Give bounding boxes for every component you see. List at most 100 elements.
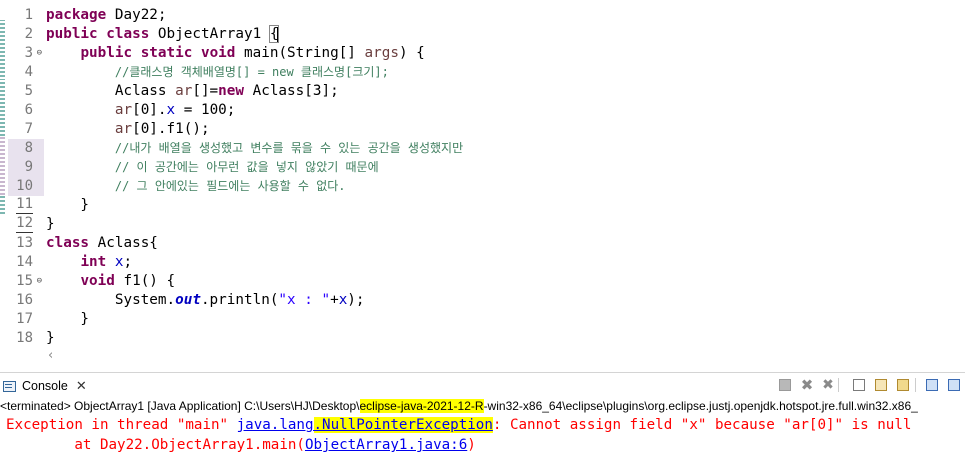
code-token: []= [192, 83, 219, 99]
code-line[interactable]: public class ObjectArray1 { [46, 25, 280, 44]
code-token: + [330, 292, 339, 308]
console-view: Console ✕ ✖ ✖ <terminated> ObjectArray1 … [0, 372, 965, 462]
code-token: f1() { [114, 273, 176, 289]
code-token: x [338, 292, 348, 308]
code-token: "x : " [278, 292, 331, 308]
code-token: //내가 배열을 생성했고 변수를 묶을 수 있는 공간을 생성했지만 [114, 141, 464, 155]
line-number: 13 [8, 234, 44, 253]
line-number: 9 [8, 158, 44, 177]
code-token: void [200, 45, 236, 61]
word-wrap-icon[interactable] [873, 377, 889, 393]
code-line[interactable]: int x; [46, 253, 132, 272]
stacktrace-link[interactable]: ObjectArray1.java:6 [305, 437, 467, 453]
code-token: ; [123, 254, 133, 270]
display-selected-console-icon[interactable] [946, 377, 962, 393]
line-number-text: 1 [24, 7, 33, 23]
chevron-left-icon[interactable]: ‹ [48, 348, 53, 363]
code-token: package [46, 7, 107, 23]
code-line[interactable]: //클래스명 객체배열명[] = new 클래스명[크기]; [46, 63, 389, 82]
code-token: = 100; [175, 102, 236, 118]
stacktrace-close: ) [467, 437, 476, 453]
code-line[interactable]: ar[0].f1(); [46, 120, 210, 139]
code-line[interactable]: class Aclass{ [46, 234, 158, 253]
toolbar-separator [836, 377, 840, 393]
line-number: 6 [8, 101, 44, 120]
code-token: } [46, 197, 90, 213]
stacktrace-text: at Day22.ObjectArray1.main( [6, 437, 305, 453]
code-line[interactable]: //내가 배열을 생성했고 변수를 묶을 수 있는 공간을 생성했지만 [46, 139, 463, 158]
clear-console-icon[interactable] [895, 377, 911, 393]
line-number: 14 [8, 253, 44, 272]
code-token: public [46, 26, 98, 42]
code-token: //클래스명 객체배열명[] = new 클래스명[크기]; [114, 65, 389, 79]
code-token: // 그 안에있는 필드에는 사용할 수 없다. [114, 179, 346, 193]
line-number: 2 [8, 25, 44, 44]
remove-all-launches-icon[interactable]: ✖ [820, 377, 836, 393]
console-output[interactable]: Exception in thread "main" java.lang.Nul… [6, 415, 911, 455]
code-token: x [166, 102, 176, 118]
code-line[interactable]: } [46, 310, 89, 329]
code-token: new [218, 83, 244, 99]
line-number-text: 3 [24, 45, 33, 61]
tab-console[interactable]: Console ✕ [3, 376, 87, 396]
code-line[interactable]: } [46, 215, 55, 234]
code-line[interactable]: void f1() { [46, 272, 175, 291]
scroll-lock-icon[interactable] [851, 377, 867, 393]
line-number-text: 16 [16, 292, 33, 308]
code-line[interactable]: public static void main(String[] args) { [46, 44, 425, 63]
code-line[interactable]: ar[0].x = 100; [46, 101, 236, 120]
code-token: ar [114, 121, 133, 137]
code-editor[interactable]: 1 2 3 ⊖ 4 5 6 7 8 9 10 11 12 13 14 15 ⊖ 16 17 18 package Da… [0, 0, 965, 366]
line-number: 11 [8, 196, 44, 215]
code-token: main(String[] [235, 45, 365, 61]
code-line[interactable]: } [46, 196, 89, 215]
code-line[interactable]: } [46, 329, 55, 348]
fold-toggle-icon[interactable]: ⊖ [37, 272, 42, 291]
code-token: .println( [200, 292, 279, 308]
code-line[interactable]: System.out.println("x : "+x); [46, 291, 365, 310]
code-token: int [80, 254, 107, 270]
close-icon[interactable]: ✕ [76, 378, 87, 394]
code-token: } [46, 311, 90, 327]
line-number: 5 [8, 82, 44, 101]
exception-text: Exception in thread "main" [6, 417, 237, 433]
code-token: ar [114, 102, 133, 118]
line-number-text: 4 [24, 64, 33, 80]
line-number: 12 [8, 215, 44, 234]
remove-launch-icon[interactable]: ✖ [799, 376, 815, 394]
exception-link-class[interactable]: .NullPointerException [313, 417, 493, 433]
code-token: ); [347, 292, 365, 308]
code-token: [0]. [132, 102, 167, 118]
code-line[interactable]: // 그 안에있는 필드에는 사용할 수 없다. [46, 177, 346, 196]
exception-link-package[interactable]: java.lang [237, 417, 314, 433]
console-tabbar: Console ✕ ✖ ✖ [0, 373, 965, 398]
code-token: ) { [398, 45, 425, 61]
code-token: out [175, 292, 201, 308]
code-token: Aclass [46, 83, 176, 99]
line-number: 8 [8, 139, 44, 158]
code-token: [0].f1(); [132, 121, 210, 137]
code-token: class [106, 26, 150, 42]
code-line[interactable]: package Day22; [46, 6, 167, 25]
code-line[interactable]: Aclass ar[]=new Aclass[3]; [46, 82, 339, 101]
line-number-text: 6 [24, 102, 33, 118]
pin-console-icon[interactable] [924, 377, 940, 393]
code-token: } [46, 216, 55, 232]
launch-description: <terminated> ObjectArray1 [Java Applicat… [0, 398, 965, 414]
line-number: 1 [8, 6, 44, 25]
code-line[interactable]: // 이 공간에는 아무런 값을 넣지 않았기 때문에 [46, 158, 379, 177]
terminate-icon[interactable] [777, 377, 793, 393]
launch-text-highlight: eclipse-java-2021-12-R [359, 399, 484, 413]
fold-toggle-icon[interactable]: ⊖ [37, 44, 42, 63]
horizontal-scrollbar[interactable]: ‹ [44, 348, 965, 365]
code-token: args [364, 45, 399, 61]
line-number-text: 18 [16, 330, 33, 346]
code-token: ObjectArray1 [149, 26, 270, 42]
